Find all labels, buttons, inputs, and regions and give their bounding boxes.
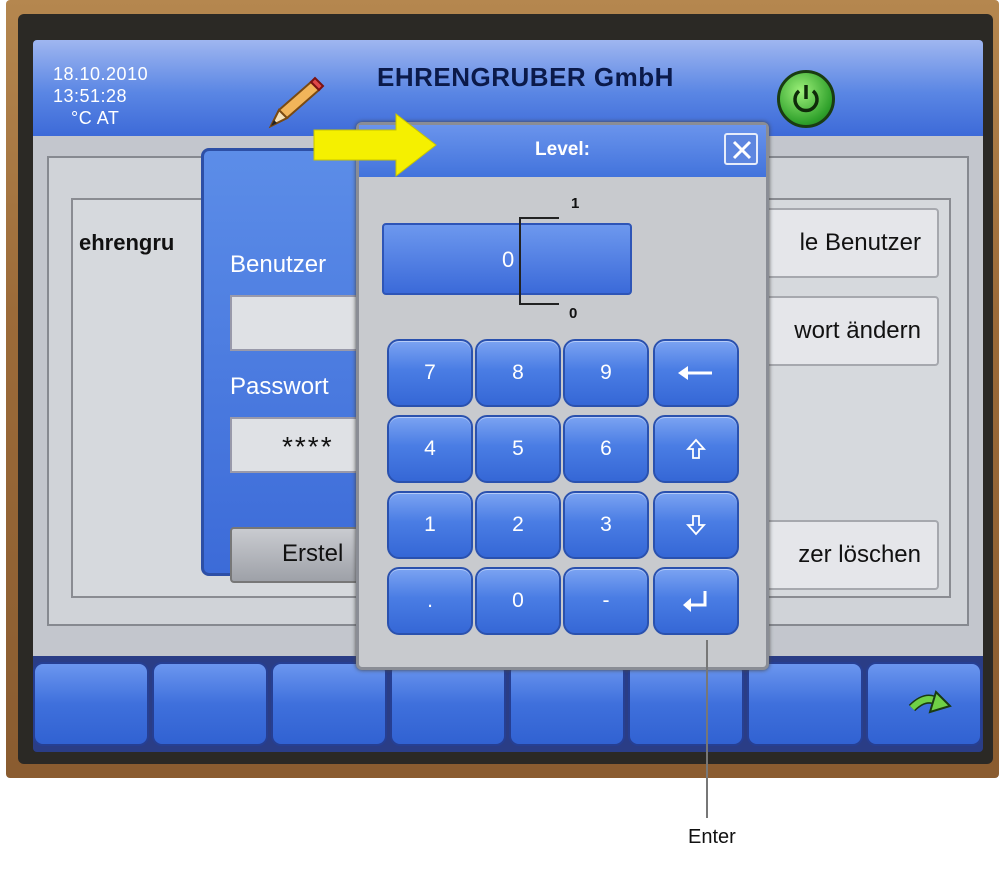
softkey-1[interactable] [33, 662, 149, 746]
softkey-2[interactable] [152, 662, 268, 746]
date-readout: 18.10.2010 [53, 64, 149, 84]
key-4[interactable]: 4 [387, 415, 473, 483]
back-arrow-icon [908, 690, 952, 714]
unit-readout: °C AT [71, 108, 120, 128]
softkey-5[interactable] [509, 662, 625, 746]
time-readout: 13:51:28 [53, 86, 128, 106]
key-5[interactable]: 5 [475, 415, 561, 483]
softkey-7[interactable] [747, 662, 863, 746]
password-value: **** [282, 431, 334, 462]
password-label: Passwort [230, 373, 329, 400]
key-6[interactable]: 6 [563, 415, 649, 483]
list-item[interactable]: ehrengru [79, 230, 174, 256]
backspace-key[interactable] [653, 339, 739, 407]
user-label: Benutzer [230, 251, 327, 278]
backspace-icon [678, 366, 712, 381]
key-7[interactable]: 7 [387, 339, 473, 407]
range-min-line [519, 303, 559, 305]
up-arrow-icon [685, 439, 707, 460]
up-key[interactable] [653, 415, 739, 483]
annotation-arrow-icon [313, 112, 437, 178]
softkey-bar [33, 656, 983, 752]
keypad-dialog: Level: 0 1 0 7 8 9 4 5 6 1 2 3 . 0 - [356, 122, 769, 670]
range-max-line [519, 217, 559, 219]
minus-key[interactable]: - [563, 567, 649, 635]
range-bracket [519, 217, 521, 303]
softkey-4[interactable] [390, 662, 506, 746]
key-1[interactable]: 1 [387, 491, 473, 559]
down-key[interactable] [653, 491, 739, 559]
touch-screen: 18.10.2010 13:51:28 °C AT EHRENGRUBER Gm… [33, 40, 983, 752]
range-max: 1 [571, 195, 580, 212]
key-3[interactable]: 3 [563, 491, 649, 559]
key-2[interactable]: 2 [475, 491, 561, 559]
down-arrow-icon [685, 515, 707, 536]
enter-key[interactable] [653, 567, 739, 635]
key-0[interactable]: 0 [475, 567, 561, 635]
value-display: 0 [382, 223, 632, 295]
back-softkey[interactable] [866, 662, 982, 746]
callout-label: Enter [688, 826, 736, 848]
softkey-3[interactable] [271, 662, 387, 746]
enter-icon [683, 591, 707, 613]
company-title: EHRENGRUBER GmbH [377, 62, 674, 92]
decimal-key[interactable]: . [387, 567, 473, 635]
softkey-6[interactable] [628, 662, 744, 746]
key-8[interactable]: 8 [475, 339, 561, 407]
close-icon[interactable] [724, 133, 758, 165]
key-9[interactable]: 9 [563, 339, 649, 407]
callout-line [706, 640, 708, 818]
range-min: 0 [569, 305, 578, 322]
power-icon[interactable] [777, 70, 835, 128]
